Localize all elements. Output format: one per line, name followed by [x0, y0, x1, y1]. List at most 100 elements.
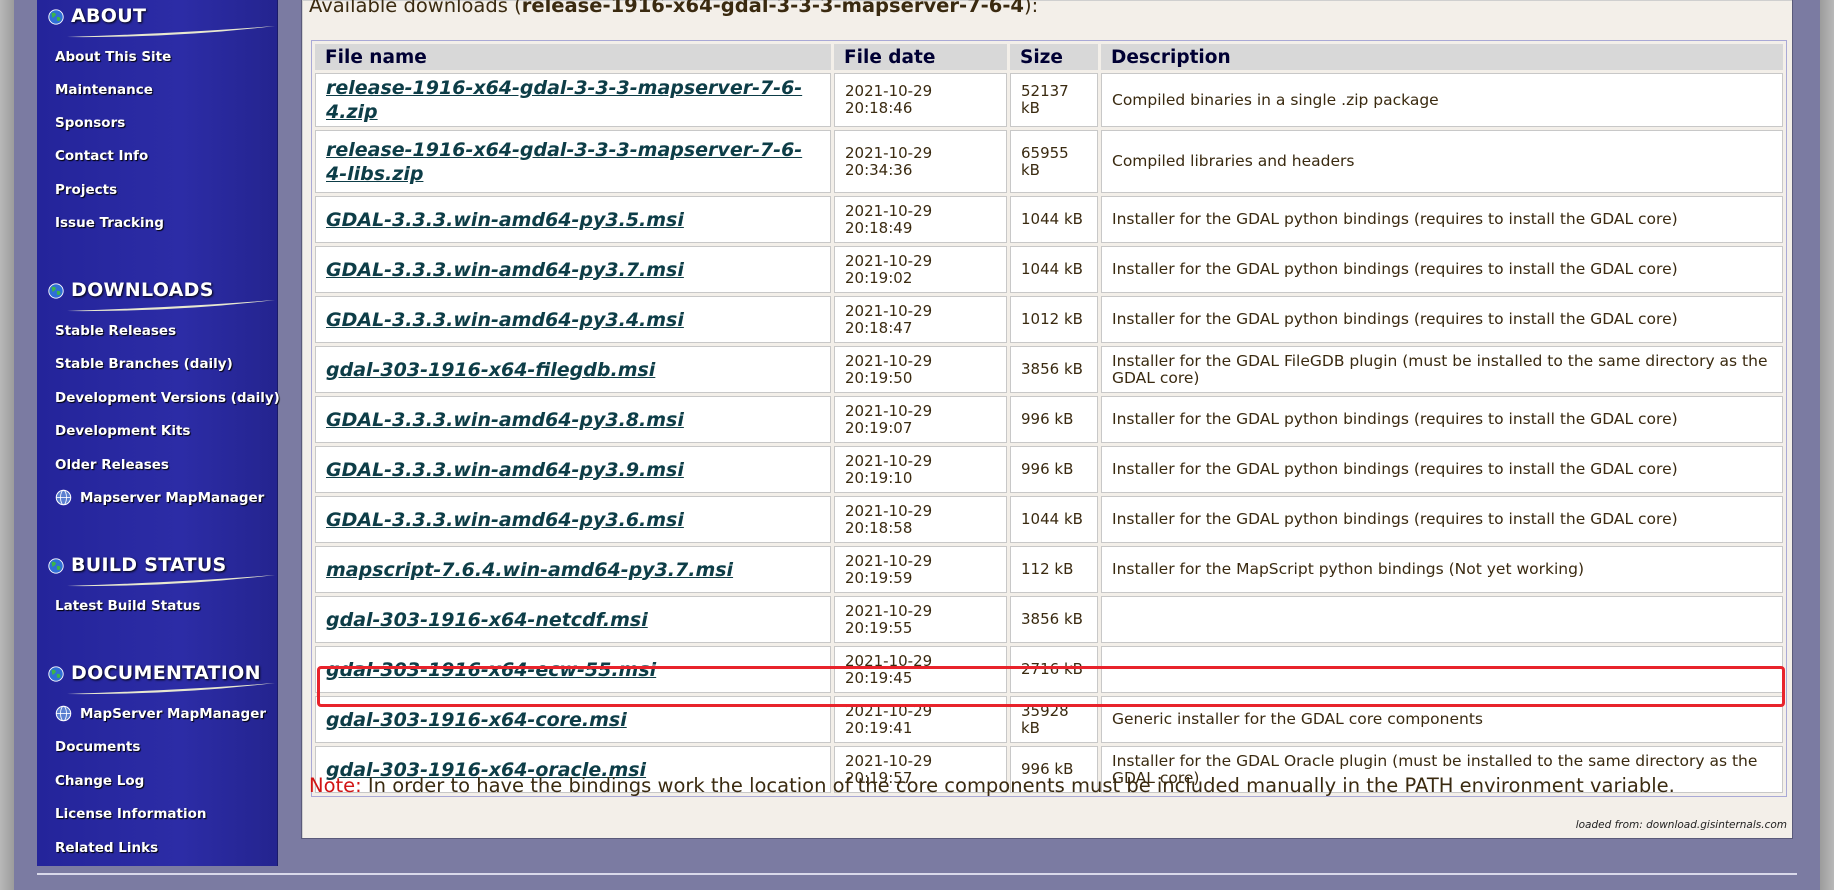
sidebar-item-maintenance[interactable]: Maintenance — [55, 82, 153, 98]
file-name-cell: mapscript-7.6.4.win-amd64-py3.7.msi — [315, 546, 831, 593]
file-description: Installer for the GDAL FileGDB plugin (m… — [1112, 351, 1768, 387]
globe-icon — [55, 489, 72, 506]
section-header: DOWNLOADS — [37, 276, 277, 312]
sidebar-item-sponsors[interactable]: Sponsors — [55, 115, 125, 131]
column-header-size[interactable]: Size — [1010, 44, 1098, 70]
section-title: DOWNLOADS — [71, 279, 214, 301]
swoosh-decoration — [67, 26, 275, 38]
swoosh-decoration — [67, 683, 275, 695]
file-download-link[interactable]: gdal-303-1916-x64-core.msi — [326, 709, 627, 731]
sidebar-item-mapserver-mapmanager-docs[interactable]: MapServer MapManager — [55, 705, 266, 722]
file-name-cell: GDAL-3.3.3.win-amd64-py3.9.msi — [315, 446, 831, 493]
sidebar-item-development-versions[interactable]: Development Versions (daily) — [55, 390, 280, 406]
sidebar-item-issue-tracking[interactable]: Issue Tracking — [55, 215, 164, 231]
sidebar-item-label: Mapserver MapManager — [80, 490, 265, 506]
file-download-link[interactable]: release-1916-x64-gdal-3-3-3-mapserver-7-… — [326, 139, 802, 185]
file-date-cell: 2021-10-29 20:19:41 — [834, 696, 1007, 743]
sidebar-item-stable-releases[interactable]: Stable Releases — [55, 323, 176, 339]
section-header: ABOUT — [37, 2, 277, 38]
sidebar-item-development-kits[interactable]: Development Kits — [55, 423, 190, 439]
sidebar-item-stable-branches[interactable]: Stable Branches (daily) — [55, 356, 233, 372]
file-name-cell: GDAL-3.3.3.win-amd64-py3.5.msi — [315, 196, 831, 243]
sidebar-item-change-log[interactable]: Change Log — [55, 773, 144, 789]
section-header: BUILD STATUS — [37, 551, 277, 587]
file-size-cell: 35928 kB — [1010, 696, 1098, 743]
file-download-link[interactable]: gdal-303-1916-x64-netcdf.msi — [326, 609, 648, 631]
file-time: 20:19:50 — [845, 368, 913, 387]
section-title: BUILD STATUS — [71, 554, 227, 576]
file-size: 35928 kB — [1021, 701, 1069, 737]
sidebar-item-license-information[interactable]: License Information — [55, 806, 206, 822]
swoosh-decoration — [67, 575, 275, 587]
column-header-file-date[interactable]: File date — [834, 44, 1007, 70]
file-date-cell: 2021-10-29 20:19:10 — [834, 446, 1007, 493]
file-date-cell: 2021-10-29 20:19:07 — [834, 396, 1007, 443]
file-size-cell: 1044 kB — [1010, 246, 1098, 293]
file-date: 2021-10-29 — [845, 601, 933, 620]
file-size: 1044 kB — [1021, 210, 1083, 228]
file-description-cell: Installer for the GDAL python bindings (… — [1101, 296, 1783, 343]
note-label: Note: — [309, 774, 362, 797]
globe-icon — [48, 558, 64, 574]
file-download-link[interactable]: GDAL-3.3.3.win-amd64-py3.6.msi — [326, 509, 684, 531]
file-time: 20:19:07 — [845, 418, 913, 437]
column-header-file-name[interactable]: File name — [315, 44, 831, 70]
sidebar-item-contact-info[interactable]: Contact Info — [55, 148, 148, 164]
sidebar-item-documents[interactable]: Documents — [55, 739, 140, 755]
file-size: 1044 kB — [1021, 510, 1083, 528]
sidebar-item-older-releases[interactable]: Older Releases — [55, 457, 169, 473]
file-description: Installer for the GDAL python bindings (… — [1112, 310, 1678, 328]
file-description-cell: Generic installer for the GDAL core comp… — [1101, 696, 1783, 743]
file-name-cell: release-1916-x64-gdal-3-3-3-mapserver-7-… — [315, 130, 831, 193]
file-description: Generic installer for the GDAL core comp… — [1112, 710, 1483, 728]
file-description-cell: Compiled binaries in a single .zip packa… — [1101, 73, 1783, 127]
file-date: 2021-10-29 — [845, 251, 933, 270]
file-download-link[interactable]: GDAL-3.3.3.win-amd64-py3.9.msi — [326, 459, 684, 481]
file-date-cell: 2021-10-29 20:19:59 — [834, 546, 1007, 593]
file-size: 996 kB — [1021, 460, 1074, 478]
file-description: Installer for the GDAL python bindings (… — [1112, 260, 1678, 278]
sidebar-item-projects[interactable]: Projects — [55, 182, 117, 198]
file-date-cell: 2021-10-29 20:19:45 — [834, 646, 1007, 693]
file-date-cell: 2021-10-29 20:19:55 — [834, 596, 1007, 643]
file-download-link[interactable]: GDAL-3.3.3.win-amd64-py3.5.msi — [326, 209, 684, 231]
sidebar-item-related-links[interactable]: Related Links — [55, 840, 158, 856]
file-size-cell: 65955 kB — [1010, 130, 1098, 193]
file-download-link[interactable]: mapscript-7.6.4.win-amd64-py3.7.msi — [326, 559, 733, 581]
table-row: mapscript-7.6.4.win-amd64-py3.7.msi 2021-… — [315, 546, 1783, 593]
sidebar-item-latest-build-status[interactable]: Latest Build Status — [55, 598, 200, 614]
file-description-cell: Installer for the GDAL python bindings (… — [1101, 196, 1783, 243]
file-name-cell: gdal-303-1916-x64-core.msi — [315, 696, 831, 743]
table-row: gdal-303-1916-x64-filegdb.msi 2021-10-29 2… — [315, 346, 1783, 393]
sidebar-section-downloads: DOWNLOADS Stable Releases Stable Branche… — [37, 276, 280, 506]
file-download-link[interactable]: gdal-303-1916-x64-filegdb.msi — [326, 359, 655, 381]
file-description: Installer for the GDAL python bindings (… — [1112, 410, 1678, 428]
file-size: 65955 kB — [1021, 143, 1069, 179]
file-description-cell: Installer for the GDAL python bindings (… — [1101, 496, 1783, 543]
file-download-link[interactable]: gdal-303-1916-x64-ecw-55.msi — [326, 659, 656, 681]
file-download-link[interactable]: release-1916-x64-gdal-3-3-3-mapserver-7-… — [326, 77, 802, 123]
heading-prefix: Available downloads ( — [309, 0, 522, 17]
sidebar-item-about-this-site[interactable]: About This Site — [55, 49, 171, 65]
file-size-cell: 996 kB — [1010, 396, 1098, 443]
file-date: 2021-10-29 — [845, 82, 933, 100]
table-row: GDAL-3.3.3.win-amd64-py3.9.msi 2021-10-29… — [315, 446, 1783, 493]
file-description-cell: Installer for the MapScript python bindi… — [1101, 546, 1783, 593]
column-header-description[interactable]: Description — [1101, 44, 1783, 70]
file-download-link[interactable]: GDAL-3.3.3.win-amd64-py3.7.msi — [326, 259, 684, 281]
file-date: 2021-10-29 — [845, 701, 933, 720]
sidebar-item-mapserver-mapmanager[interactable]: Mapserver MapManager — [55, 489, 264, 506]
file-date-cell: 2021-10-29 20:34:36 — [834, 130, 1007, 193]
file-name-cell: GDAL-3.3.3.win-amd64-py3.6.msi — [315, 496, 831, 543]
file-date-cell: 2021-10-29 20:19:02 — [834, 246, 1007, 293]
file-description: Compiled binaries in a single .zip packa… — [1112, 90, 1439, 109]
file-time: 20:19:55 — [845, 618, 913, 637]
file-name-cell: GDAL-3.3.3.win-amd64-py3.8.msi — [315, 396, 831, 443]
sidebar-item-label: MapServer MapManager — [80, 706, 267, 722]
file-download-link[interactable]: GDAL-3.3.3.win-amd64-py3.4.msi — [326, 309, 684, 331]
file-date: 2021-10-29 — [845, 551, 933, 570]
file-download-link[interactable]: GDAL-3.3.3.win-amd64-py3.8.msi — [326, 409, 684, 431]
globe-icon — [55, 705, 72, 722]
file-size-cell: 3856 kB — [1010, 596, 1098, 643]
file-size: 3856 kB — [1021, 610, 1083, 628]
